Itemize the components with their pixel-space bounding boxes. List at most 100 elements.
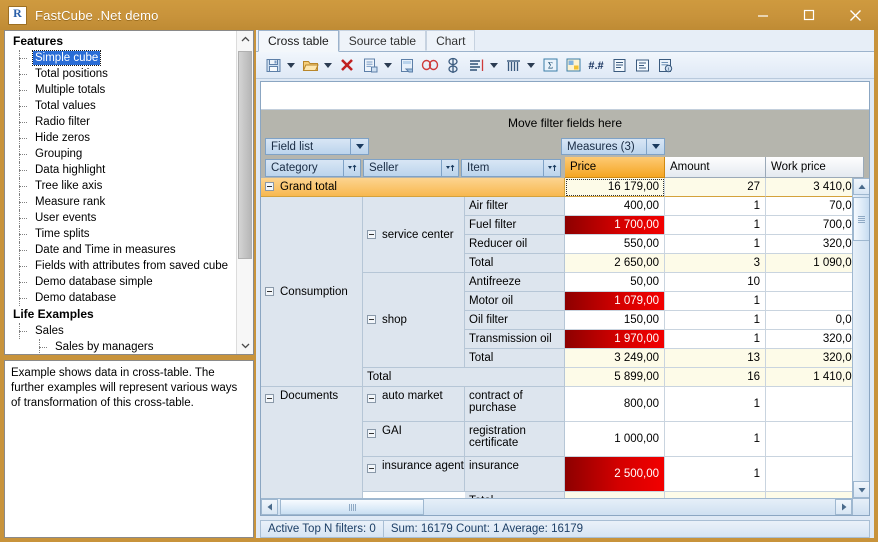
tree-scrollbar-thumb[interactable]	[238, 51, 252, 259]
grid-vscroll-thumb[interactable]	[853, 197, 869, 241]
value-price[interactable]: 1 970,00	[565, 330, 665, 349]
table-row[interactable]: Air filter 400,00 1 70,00	[261, 197, 869, 216]
tree-item-total-values[interactable]: Total values	[9, 98, 236, 114]
value-amount[interactable]: 1	[665, 422, 766, 457]
item-label[interactable]: contract of purchase	[465, 387, 565, 422]
measure-header-work-price[interactable]: Work price	[766, 157, 864, 178]
scroll-down-icon[interactable]	[853, 481, 869, 498]
scroll-up-icon[interactable]	[237, 31, 253, 48]
collapse-icon[interactable]	[367, 464, 376, 473]
align-text-icon[interactable]	[608, 54, 630, 76]
value-price[interactable]: 800,00	[565, 387, 665, 422]
grand-total-price[interactable]: 16 179,00	[565, 178, 665, 197]
grid-body[interactable]: Grand total 16 179,00 27 3 410,00 Consum…	[261, 178, 869, 515]
tree-item-date-and-time-in-measures[interactable]: Date and Time in measures	[9, 242, 236, 258]
measures-button[interactable]: Measures (3)	[561, 138, 665, 155]
scroll-right-icon[interactable]	[835, 499, 852, 515]
save-dropdown-icon[interactable]	[285, 54, 296, 76]
value-work-price[interactable]: 320,00	[766, 349, 864, 368]
value-amount[interactable]: 1	[665, 311, 766, 330]
row-group-category-documents[interactable]: Documents	[261, 387, 363, 515]
row-field-item[interactable]: Item	[461, 159, 561, 177]
collapse-icon[interactable]	[265, 394, 274, 403]
value-work-price[interactable]	[766, 387, 864, 422]
sort-ascending-icon[interactable]	[344, 160, 360, 176]
copy-report-dropdown-icon[interactable]	[382, 54, 393, 76]
value-amount[interactable]: 1	[665, 197, 766, 216]
grand-total-amount[interactable]: 27	[665, 178, 766, 197]
grid-horizontal-scrollbar[interactable]	[261, 498, 869, 515]
value-price[interactable]: 1 079,00	[565, 292, 665, 311]
item-total-label[interactable]: Total	[465, 349, 565, 368]
item-label[interactable]: Fuel filter	[465, 216, 565, 235]
item-label[interactable]: Reducer oil	[465, 235, 565, 254]
value-work-price[interactable]: 1 410,00	[766, 368, 864, 387]
chevron-down-icon[interactable]	[647, 139, 664, 154]
tree-item-fields-with-attributes[interactable]: Fields with attributes from saved cube	[9, 258, 236, 274]
value-work-price[interactable]	[766, 273, 864, 292]
value-amount[interactable]: 16	[665, 368, 766, 387]
number-format-icon[interactable]: #.#	[585, 54, 607, 76]
value-amount[interactable]: 10	[665, 273, 766, 292]
tree-item-sales[interactable]: Sales	[9, 323, 236, 339]
sort-lines-icon[interactable]	[465, 54, 487, 76]
value-price[interactable]: 2 650,00	[565, 254, 665, 273]
item-label[interactable]: insurance	[465, 457, 565, 492]
sort-ascending-icon[interactable]	[442, 160, 458, 176]
value-amount[interactable]: 1	[665, 235, 766, 254]
tab-chart[interactable]: Chart	[426, 30, 476, 51]
table-row[interactable]: Motor oil 1 079,00 1	[261, 292, 869, 311]
table-row[interactable]: Reducer oil 550,00 1 320,00	[261, 235, 869, 254]
save-icon[interactable]	[262, 54, 284, 76]
delete-red-x-icon[interactable]	[336, 54, 358, 76]
tree-item-hide-zeros[interactable]: Hide zeros	[9, 130, 236, 146]
tree-vertical-scrollbar[interactable]	[236, 31, 253, 354]
item-label[interactable]: Oil filter	[465, 311, 565, 330]
value-amount[interactable]: 1	[665, 387, 766, 422]
item-label[interactable]: Transmission oil	[465, 330, 565, 349]
tree-item-simple-cube[interactable]: Simple cube	[9, 50, 236, 66]
columns-dropdown-icon[interactable]	[525, 54, 536, 76]
maximize-button[interactable]	[786, 0, 832, 30]
info-report-icon[interactable]: i	[654, 54, 676, 76]
grid-vertical-scrollbar[interactable]	[852, 178, 869, 498]
value-work-price[interactable]	[766, 292, 864, 311]
tree-item-grouping[interactable]: Grouping	[9, 146, 236, 162]
tree-item-data-highlight[interactable]: Data highlight	[9, 162, 236, 178]
row-field-category[interactable]: Category	[265, 159, 361, 177]
value-price[interactable]: 150,00	[565, 311, 665, 330]
chevron-down-icon[interactable]	[351, 139, 368, 154]
close-button[interactable]	[832, 0, 878, 30]
tree-item-total-positions[interactable]: Total positions	[9, 66, 236, 82]
value-amount[interactable]: 1	[665, 216, 766, 235]
value-amount[interactable]: 13	[665, 349, 766, 368]
collapse-icon[interactable]	[265, 182, 274, 191]
sort-ascending-icon[interactable]	[544, 160, 560, 176]
tree-item-demo-database-simple[interactable]: Demo database simple	[9, 274, 236, 290]
sort-lines-dropdown-icon[interactable]	[488, 54, 499, 76]
category-total-label[interactable]: Total	[363, 368, 565, 387]
value-price[interactable]: 400,00	[565, 197, 665, 216]
scroll-up-icon[interactable]	[853, 178, 869, 195]
value-price[interactable]: 1 700,00	[565, 216, 665, 235]
tree-item-measure-rank[interactable]: Measure rank	[9, 194, 236, 210]
item-label[interactable]: registration certificate	[465, 422, 565, 457]
table-row[interactable]: Oil filter 150,00 1 0,00	[261, 311, 869, 330]
value-work-price[interactable]: 1 090,00	[766, 254, 864, 273]
table-row[interactable]: Fuel filter 1 700,00 1 700,00	[261, 216, 869, 235]
tree-item-multiple-totals[interactable]: Multiple totals	[9, 82, 236, 98]
open-folder-dropdown-icon[interactable]	[322, 54, 333, 76]
collapse-icon[interactable]	[367, 394, 376, 403]
export-icon[interactable]	[396, 54, 418, 76]
item-label[interactable]: Motor oil	[465, 292, 565, 311]
table-row-total[interactable]: Total 3 249,00 13 320,00	[261, 349, 869, 368]
collapse-icon[interactable]	[367, 429, 376, 438]
measure-header-price[interactable]: Price	[565, 157, 665, 178]
table-row[interactable]: Antifreeze 50,00 10	[261, 273, 869, 292]
tab-cross-table[interactable]: Cross table	[258, 30, 339, 52]
item-label[interactable]: Air filter	[465, 197, 565, 216]
grand-total-work-price[interactable]: 3 410,00	[766, 178, 864, 197]
minimize-button[interactable]	[740, 0, 786, 30]
table-row-category-total[interactable]: Total 5 899,00 16 1 410,00	[261, 368, 869, 387]
value-price[interactable]: 550,00	[565, 235, 665, 254]
